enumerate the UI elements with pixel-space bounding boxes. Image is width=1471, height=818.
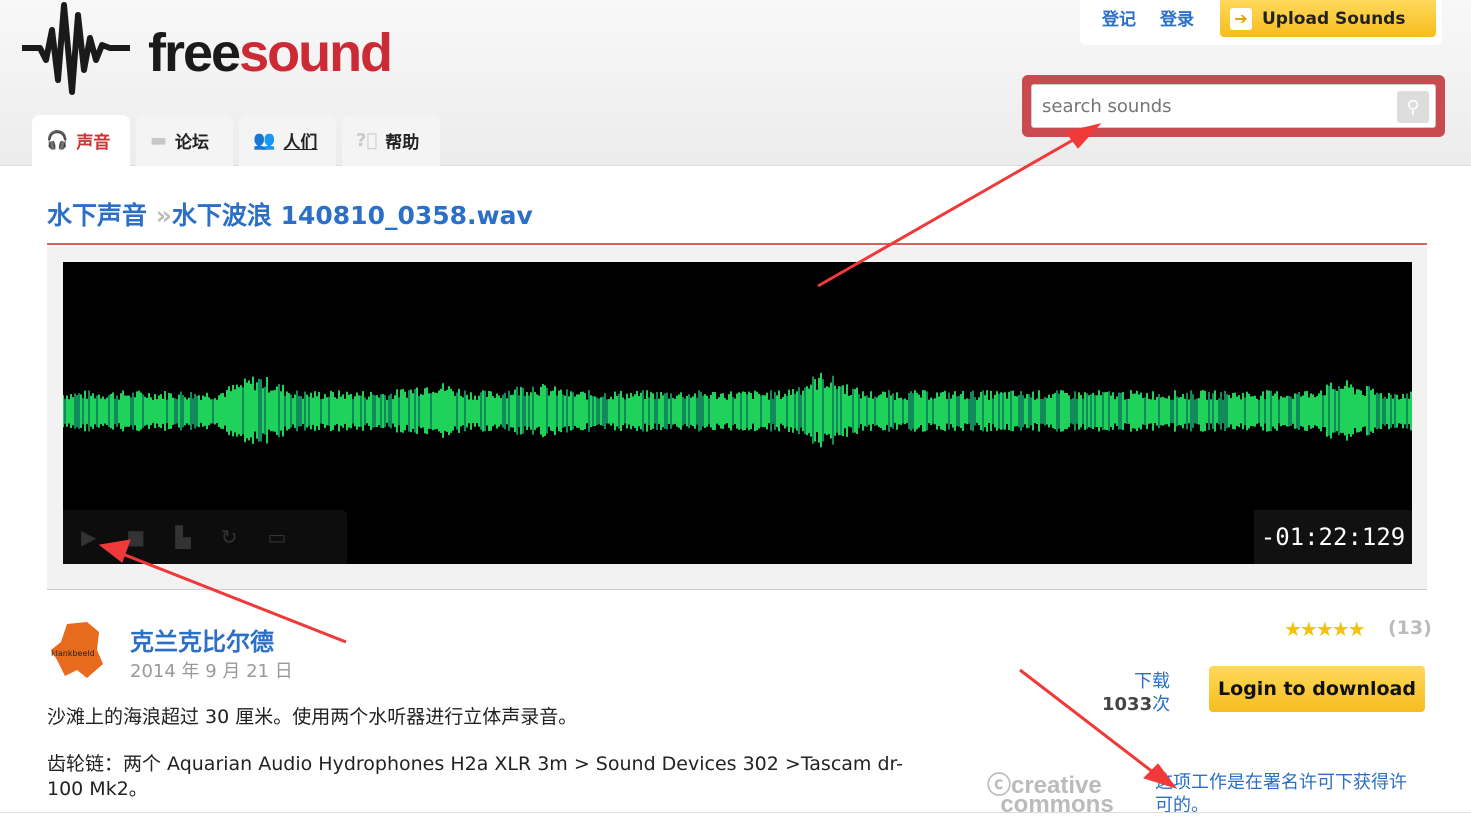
- downloads-count: 1033次: [1102, 690, 1170, 716]
- upload-sounds-button[interactable]: ➔ Upload Sounds: [1220, 0, 1436, 37]
- audio-player[interactable]: ▶ ■ ▙ ↻ ▭ -01:22:129: [63, 262, 1412, 564]
- username-link[interactable]: 克兰克比尔德: [130, 622, 274, 657]
- search-input[interactable]: [1032, 85, 1392, 127]
- creative-commons-logo[interactable]: ⓒcreative commons: [987, 774, 1114, 817]
- divider: [47, 243, 1427, 245]
- chat-bubble-icon: ▬: [150, 130, 168, 151]
- measure-icon[interactable]: ▭: [267, 525, 286, 549]
- description: 沙滩上的海浪超过 30 厘米。使用两个水听器进行立体声录音。: [47, 706, 578, 728]
- upload-arrow-icon: ➔: [1230, 7, 1252, 30]
- upload-label: Upload Sounds: [1262, 8, 1406, 29]
- tab-people[interactable]: 👥 人们: [239, 115, 336, 166]
- tab-label: 论坛: [175, 133, 210, 153]
- login-to-download-button[interactable]: Login to download: [1209, 666, 1425, 712]
- downloads-number: 1033: [1102, 694, 1153, 715]
- divider: [0, 812, 1471, 813]
- upload-date: 2014 年 9 月 21 日: [130, 661, 293, 682]
- breadcrumb-separator: »: [155, 201, 172, 230]
- license-link[interactable]: 这项工作是在署名许可下获得许可的。: [1155, 771, 1420, 813]
- user-avatar[interactable]: klankbeeld: [47, 620, 105, 680]
- register-link[interactable]: 登记: [1102, 5, 1136, 30]
- play-icon[interactable]: ▶: [81, 525, 96, 549]
- help-icon: ?⃝: [356, 130, 378, 151]
- breadcrumb: 水下声音 »水下波浪 140810_0358.wav: [47, 196, 533, 232]
- site-header: freesound 🎧 声音 ▬ 论坛 👥 人们 ?⃝ 帮助 登记 登录 ➔ Upload…: [0, 0, 1471, 166]
- time-display: -01:22:129: [1254, 510, 1412, 564]
- spectrogram-toggle-icon[interactable]: ▙: [175, 525, 190, 549]
- waveform[interactable]: [63, 262, 1412, 510]
- tab-label: 声音: [76, 133, 111, 153]
- tab-label: 帮助: [385, 133, 420, 153]
- stop-icon[interactable]: ■: [126, 525, 145, 549]
- logo-sound: sound: [239, 23, 393, 83]
- headphones-icon: 🎧: [46, 130, 69, 151]
- tab-label: 人们: [283, 133, 318, 153]
- sound-title: 水下波浪 140810_0358.wav: [171, 201, 533, 230]
- people-icon: 👥: [253, 130, 276, 151]
- search-box: ⚲: [1022, 75, 1445, 137]
- search-icon[interactable]: ⚲: [1397, 91, 1429, 123]
- loop-icon[interactable]: ↻: [221, 525, 238, 549]
- player-controls: ▶ ■ ▙ ↻ ▭: [63, 510, 347, 564]
- logo-free: free: [148, 23, 241, 83]
- tab-forum[interactable]: ▬ 论坛: [136, 115, 233, 166]
- freesound-logo[interactable]: freesound: [20, 0, 393, 100]
- svg-text:klankbeeld: klankbeeld: [51, 649, 95, 658]
- rating-stars[interactable]: ★★★★★: [1284, 617, 1366, 641]
- breadcrumb-parent-link[interactable]: 水下声音: [47, 201, 147, 230]
- description-gear: 齿轮链：两个 Aquarian Audio Hydrophones H2a XL…: [47, 753, 903, 800]
- tab-sounds[interactable]: 🎧 声音: [32, 115, 130, 166]
- downloads-suffix: 次: [1152, 694, 1171, 715]
- rating-count: (13): [1388, 617, 1432, 639]
- login-link[interactable]: 登录: [1160, 5, 1194, 30]
- tab-help[interactable]: ?⃝ 帮助: [342, 115, 440, 166]
- waveform-logo-icon: [22, 2, 130, 95]
